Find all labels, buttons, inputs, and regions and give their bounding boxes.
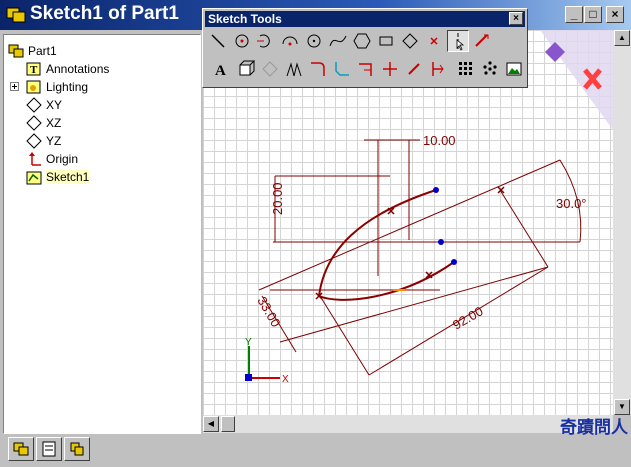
toolbar-close-button[interactable]: × <box>509 12 523 25</box>
plane-icon <box>26 133 42 149</box>
split-tool[interactable] <box>403 58 425 80</box>
sketch-curves <box>318 189 455 301</box>
tab-property-manager[interactable] <box>36 437 62 461</box>
expand-icon[interactable] <box>10 82 19 91</box>
part-icon <box>13 442 29 456</box>
toolbar-titlebar[interactable]: Sketch Tools × <box>205 11 525 27</box>
tab-feature-manager[interactable] <box>8 437 34 461</box>
dimension-d5: 92.00 <box>450 303 486 332</box>
feature-tree: Part1 T Annotations Lighting XY XZ YZ Or… <box>3 34 201 434</box>
tree-item-label: Annotations <box>46 62 110 76</box>
three-point-arc-tool[interactable] <box>279 30 301 52</box>
part-icon <box>6 7 26 23</box>
configuration-icon <box>70 442 84 456</box>
mirror-tool[interactable] <box>283 58 305 80</box>
properties-icon <box>42 441 56 457</box>
tangent-arc-tool[interactable] <box>255 30 277 52</box>
trim-tool[interactable] <box>355 58 377 80</box>
close-button[interactable]: × <box>606 6 624 23</box>
dimension-tool[interactable] <box>471 30 493 52</box>
tree-item-label: XZ <box>46 116 62 130</box>
annotations-icon: T <box>26 62 41 76</box>
confirmation-corner <box>540 30 613 130</box>
plane-icon <box>26 97 42 113</box>
vertical-scrollbar[interactable]: ▲ ▼ <box>613 30 631 415</box>
scroll-left-button[interactable]: ◀ <box>203 416 219 432</box>
tree-item-label: Sketch1 <box>46 170 90 184</box>
horizontal-scrollbar[interactable]: ◀ <box>203 415 613 433</box>
convert-entities-tool[interactable] <box>235 58 257 80</box>
line-tool[interactable] <box>207 30 229 52</box>
dimension-d1: 10.00 <box>423 133 456 148</box>
fillet-tool[interactable] <box>307 58 329 80</box>
origin-icon <box>29 152 41 166</box>
circle-tool[interactable] <box>303 30 325 52</box>
scroll-thumb[interactable] <box>221 416 235 432</box>
dimension-d4: 33.00 <box>254 294 283 330</box>
tree-item-label: XY <box>46 98 63 112</box>
sketch-endpoints[interactable] <box>433 187 457 265</box>
centerline-tool[interactable] <box>447 30 469 52</box>
triad-y-label: Y <box>245 337 252 348</box>
chamfer-tool[interactable] <box>331 58 353 80</box>
point-tool[interactable] <box>423 30 445 52</box>
feature-manager-panel: Part1 T Annotations Lighting XY XZ YZ Or… <box>0 30 203 461</box>
tree-item-label: YZ <box>46 134 62 148</box>
polygon-tool[interactable] <box>351 30 373 52</box>
construction-tool[interactable] <box>427 58 449 80</box>
offset-tool[interactable] <box>259 58 281 80</box>
window-title: Sketch1 of Part1 <box>30 3 179 24</box>
toolbar-title: Sketch Tools <box>208 12 282 26</box>
extend-tool[interactable] <box>379 58 401 80</box>
lighting-icon <box>26 80 41 94</box>
minimize-button[interactable]: _ <box>565 6 583 23</box>
linear-pattern-tool[interactable] <box>455 58 477 80</box>
sketch-tools-toolbar[interactable]: Sketch Tools × A <box>202 8 528 88</box>
scroll-up-button[interactable]: ▲ <box>614 30 630 46</box>
plane-icon <box>26 115 42 131</box>
watermark-text: 奇蹟問人 <box>560 418 628 437</box>
tree-item-label: Lighting <box>46 80 89 94</box>
rectangle-tool[interactable] <box>375 30 397 52</box>
parallelogram-tool[interactable] <box>399 30 421 52</box>
tree-item-label: Origin <box>46 152 79 166</box>
spline-tool[interactable] <box>327 30 349 52</box>
svg-text:A: A <box>215 63 226 79</box>
coordinate-triad: Y X <box>245 337 289 385</box>
svg-text:T: T <box>30 64 38 76</box>
maximize-button[interactable]: □ <box>584 6 602 23</box>
circular-pattern-tool[interactable] <box>479 58 501 80</box>
sketch-picture-tool[interactable] <box>503 58 525 80</box>
dimension-d3: 30.0° <box>556 196 587 211</box>
tree-item-label: Part1 <box>28 44 57 58</box>
sketch-icon <box>26 171 42 185</box>
triad-x-label: X <box>282 374 289 385</box>
dimension-d2: 20.00 <box>270 182 285 215</box>
part-icon <box>8 44 24 58</box>
text-tool[interactable]: A <box>211 58 233 80</box>
dimension-lines <box>258 139 582 376</box>
tab-configuration-manager[interactable] <box>64 437 90 461</box>
circle-center-tool[interactable] <box>231 30 253 52</box>
